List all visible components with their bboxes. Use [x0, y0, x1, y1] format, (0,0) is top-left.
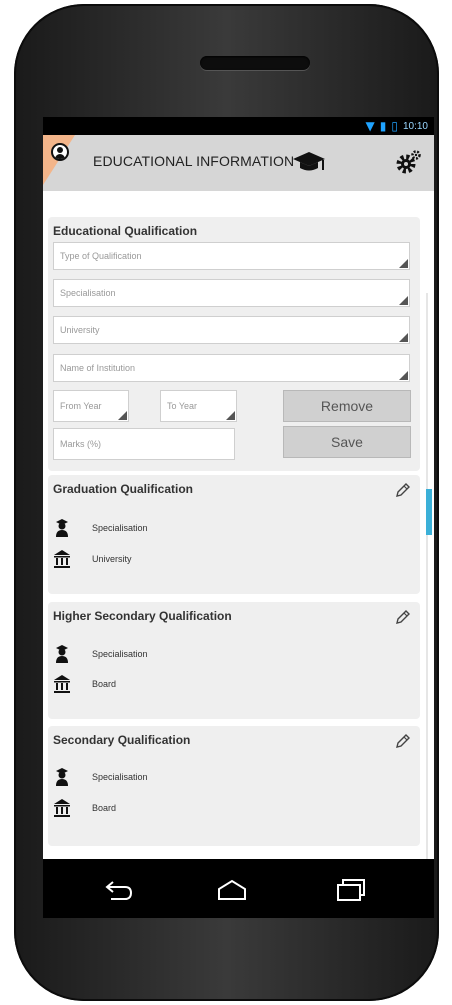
- system-nav-bar: [43, 859, 434, 918]
- card-title: Secondary Qualification: [53, 733, 191, 747]
- secondary-card: Secondary Qualification Specialisation B…: [48, 726, 420, 846]
- signal-icon: ▮: [379, 119, 387, 133]
- status-time: 10:10: [402, 120, 428, 132]
- university-label: University: [92, 554, 132, 564]
- student-icon: [56, 645, 68, 663]
- from-year-input[interactable]: [54, 391, 128, 421]
- dropdown-corner-icon: [118, 411, 127, 420]
- marks-input[interactable]: [54, 429, 234, 459]
- pencil-icon[interactable]: [394, 610, 410, 626]
- info-row-specialisation: Specialisation: [54, 645, 148, 663]
- battery-icon: ▯: [391, 119, 398, 133]
- marks-field[interactable]: [53, 428, 235, 460]
- specialisation-input[interactable]: [54, 280, 409, 306]
- type-of-qualification-input[interactable]: [54, 243, 409, 269]
- specialisation-label: Specialisation: [92, 523, 148, 533]
- home-icon[interactable]: [216, 877, 248, 903]
- specialisation-select[interactable]: [53, 279, 410, 307]
- app-bar: EDUCATIONAL INFORMATION: [43, 135, 434, 191]
- to-year-input[interactable]: [161, 391, 236, 421]
- building-icon: [54, 799, 70, 817]
- page-title: EDUCATIONAL INFORMATION: [93, 153, 295, 169]
- status-bar: ▼ ▮ ▯ 10:10: [43, 117, 434, 135]
- gear-icon[interactable]: [395, 149, 421, 175]
- specialisation-label: Specialisation: [92, 649, 148, 659]
- board-label: Board: [92, 679, 117, 689]
- info-row-specialisation: Specialisation: [54, 768, 148, 786]
- recent-apps-icon[interactable]: [335, 877, 367, 903]
- type-of-qualification-select[interactable]: [53, 242, 410, 270]
- scrollbar-thumb[interactable]: [426, 489, 432, 535]
- main-content: Educational Qualification Type of Qualif…: [43, 191, 434, 859]
- user-avatar-icon[interactable]: [51, 143, 69, 161]
- pencil-icon[interactable]: [394, 734, 410, 750]
- student-icon: [56, 519, 68, 537]
- building-icon: [54, 675, 70, 693]
- graduation-cap-icon: [293, 152, 325, 171]
- dropdown-corner-icon: [399, 333, 408, 342]
- university-select[interactable]: [53, 316, 410, 344]
- university-input[interactable]: [54, 317, 409, 343]
- phone-screen: ▼ ▮ ▯ 10:10 EDUCATIONAL INFORMATION Educ…: [43, 117, 434, 918]
- scrollbar-track: [426, 293, 428, 859]
- dropdown-corner-icon: [399, 296, 408, 305]
- from-year-select[interactable]: [53, 390, 129, 422]
- specialisation-label: Specialisation: [92, 772, 148, 782]
- save-button[interactable]: Save: [283, 426, 411, 458]
- info-row-board: Board: [54, 675, 116, 693]
- card-title: Higher Secondary Qualification: [53, 609, 232, 623]
- pencil-icon[interactable]: [394, 483, 410, 499]
- board-label: Board: [92, 803, 117, 813]
- back-icon[interactable]: [103, 877, 135, 903]
- graduation-card: Graduation Qualification Specialisation: [48, 475, 420, 594]
- card-title: Graduation Qualification: [53, 482, 194, 496]
- info-row-specialisation: Specialisation: [54, 519, 148, 537]
- info-row-board: Board: [54, 799, 116, 817]
- speaker-grille: [200, 56, 310, 70]
- to-year-select[interactable]: [160, 390, 237, 422]
- higher-secondary-card: Higher Secondary Qualification Specialis…: [48, 602, 420, 719]
- student-icon: [56, 768, 68, 786]
- info-row-university: University: [54, 550, 132, 568]
- building-icon: [54, 550, 70, 568]
- institution-input[interactable]: [54, 355, 409, 381]
- institution-select[interactable]: [53, 354, 410, 382]
- dropdown-corner-icon: [226, 411, 235, 420]
- remove-button[interactable]: Remove: [283, 390, 411, 422]
- dropdown-corner-icon: [399, 371, 408, 380]
- dropdown-corner-icon: [399, 259, 408, 268]
- wifi-icon: ▼: [365, 119, 375, 133]
- qualification-form-card: Educational Qualification Type of Qualif…: [48, 217, 420, 471]
- form-title: Educational Qualification: [53, 224, 198, 238]
